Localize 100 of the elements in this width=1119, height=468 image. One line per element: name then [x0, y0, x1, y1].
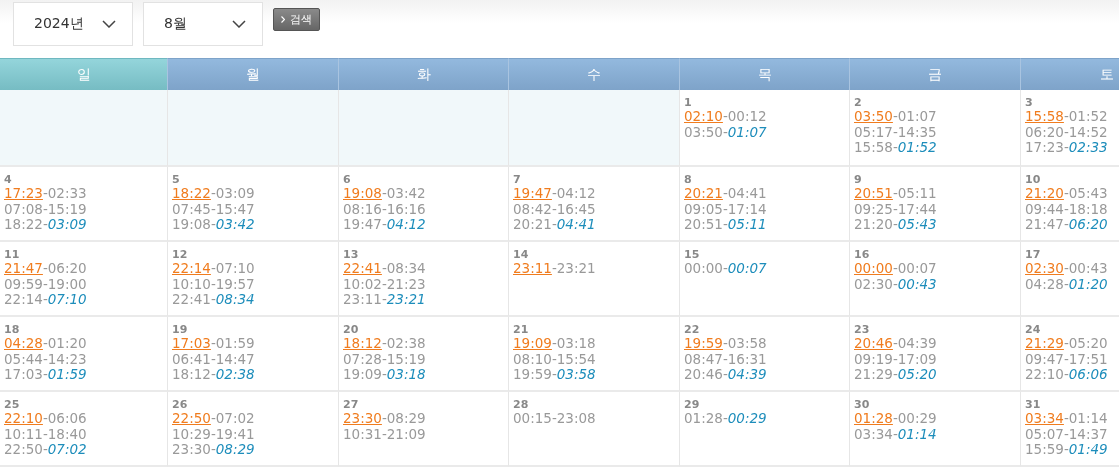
day-number: 6	[343, 174, 352, 186]
time-link[interactable]: 02:30	[1025, 260, 1064, 276]
duration-text: 00:43	[897, 275, 937, 292]
time-range: 09:05-17:14	[684, 201, 768, 217]
time-link[interactable]: 18:12	[343, 335, 382, 351]
time-text: -04:12	[551, 185, 596, 201]
time-text: -03:58	[722, 335, 767, 351]
time-range: 08:10-15:54	[513, 351, 597, 367]
time-link[interactable]: 23:11	[513, 260, 552, 276]
time-range: 09:59-19:00	[4, 276, 88, 292]
time-text: 18:12-	[172, 366, 216, 382]
time-link[interactable]: 22:41	[343, 260, 382, 276]
time-text: 19:59-	[513, 366, 557, 382]
time-link[interactable]: 21:29	[1025, 335, 1064, 351]
time-link[interactable]: 22:14	[172, 260, 211, 276]
time-link[interactable]: 03:50	[854, 108, 893, 124]
time-range: 09:19-17:09	[854, 351, 938, 367]
time-range: 07:08-15:19	[4, 201, 88, 217]
time-link[interactable]: 19:08	[343, 185, 382, 201]
search-button[interactable]: 검색	[273, 8, 320, 31]
day-number: 4	[4, 174, 13, 186]
time-text: 20:51-	[684, 216, 728, 232]
weekday-header: 화	[338, 58, 508, 90]
day-number: 16	[854, 249, 871, 261]
time-text: 01:28-	[684, 410, 728, 426]
day-number: 18	[4, 324, 21, 336]
time-link[interactable]: 03:34	[1025, 410, 1064, 426]
time-link[interactable]: 00:00	[854, 260, 893, 276]
time-text: 15:59-	[1025, 441, 1069, 457]
day-number: 14	[513, 249, 530, 261]
time-text: -01:52	[1063, 108, 1108, 124]
time-link[interactable]: 01:28	[854, 410, 893, 426]
time-link[interactable]: 19:09	[513, 335, 552, 351]
time-text: 22:14-	[4, 291, 48, 307]
time-link[interactable]: 04:28	[4, 335, 43, 351]
time-text: -01:59	[210, 335, 255, 351]
day-number: 8	[684, 174, 693, 186]
time-text: 20:46-	[684, 366, 728, 382]
time-link[interactable]: 21:20	[1025, 185, 1064, 201]
duration-text: 01:59	[47, 366, 87, 382]
month-select[interactable]: 8월	[143, 2, 263, 46]
time-link[interactable]: 22:10	[4, 410, 43, 426]
day-number: 3	[1025, 97, 1034, 109]
time-range: 06:20-14:52	[1025, 124, 1109, 140]
duration-text: 23:21	[386, 291, 426, 307]
time-range: 06:41-14:47	[172, 351, 256, 367]
time-range: 05:44-14:23	[4, 351, 88, 367]
day-number: 15	[684, 249, 701, 261]
duration-text: 04:12	[386, 216, 426, 232]
time-text: -08:29	[381, 410, 426, 426]
time-link[interactable]: 17:23	[4, 185, 43, 201]
time-range: 10:02-21:23	[343, 276, 427, 292]
day-number: 12	[172, 249, 189, 261]
day-number: 7	[513, 174, 522, 186]
time-link[interactable]: 19:59	[684, 335, 723, 351]
time-range: 05:17-14:35	[854, 124, 938, 140]
time-text: -06:20	[42, 260, 87, 276]
time-text: 19:09-	[343, 366, 387, 382]
day-number: 13	[343, 249, 360, 261]
time-link[interactable]: 23:30	[343, 410, 382, 426]
duration-text: 05:11	[727, 216, 767, 232]
weekday-header: 목	[679, 58, 849, 90]
time-text: -04:39	[892, 335, 937, 351]
duration-text: 02:38	[215, 366, 255, 382]
time-link[interactable]: 17:03	[172, 335, 211, 351]
time-text: -00:07	[892, 260, 937, 276]
time-link[interactable]: 22:50	[172, 410, 211, 426]
time-text: 20:21-	[513, 216, 557, 232]
duration-text: 01:07	[727, 123, 767, 140]
time-text: 00:00-	[684, 260, 728, 276]
time-text: -23:21	[551, 260, 596, 276]
time-text: -03:42	[381, 185, 426, 201]
time-link[interactable]: 20:21	[684, 185, 723, 201]
time-link[interactable]: 02:10	[684, 108, 723, 124]
day-number: 19	[172, 324, 189, 336]
time-range: 08:42-16:45	[513, 201, 597, 217]
time-text: 19:08-	[172, 216, 216, 232]
day-number: 27	[343, 399, 360, 411]
time-text: 22:10-	[1025, 366, 1069, 382]
time-link[interactable]: 15:58	[1025, 108, 1064, 124]
time-text: -07:10	[210, 260, 255, 276]
time-text: 22:41-	[172, 291, 216, 307]
year-select[interactable]: 2024년	[13, 2, 133, 46]
time-link[interactable]: 19:47	[513, 185, 552, 201]
time-text: 23:30-	[172, 441, 216, 457]
day-number: 28	[513, 399, 530, 411]
day-number: 11	[4, 249, 21, 261]
time-link[interactable]: 21:47	[4, 260, 43, 276]
time-link[interactable]: 18:22	[172, 185, 211, 201]
time-text: -05:11	[892, 185, 937, 201]
day-number: 26	[172, 399, 189, 411]
time-link[interactable]: 20:46	[854, 335, 893, 351]
duration-text: 03:18	[386, 366, 426, 382]
time-range: 10:29-19:41	[172, 426, 256, 442]
time-text: -01:14	[1063, 410, 1108, 426]
chevron-down-icon	[232, 20, 246, 28]
duration-text: 05:43	[897, 216, 937, 232]
day-number: 30	[854, 399, 871, 411]
time-link[interactable]: 20:51	[854, 185, 893, 201]
time-text: -03:09	[210, 185, 255, 201]
